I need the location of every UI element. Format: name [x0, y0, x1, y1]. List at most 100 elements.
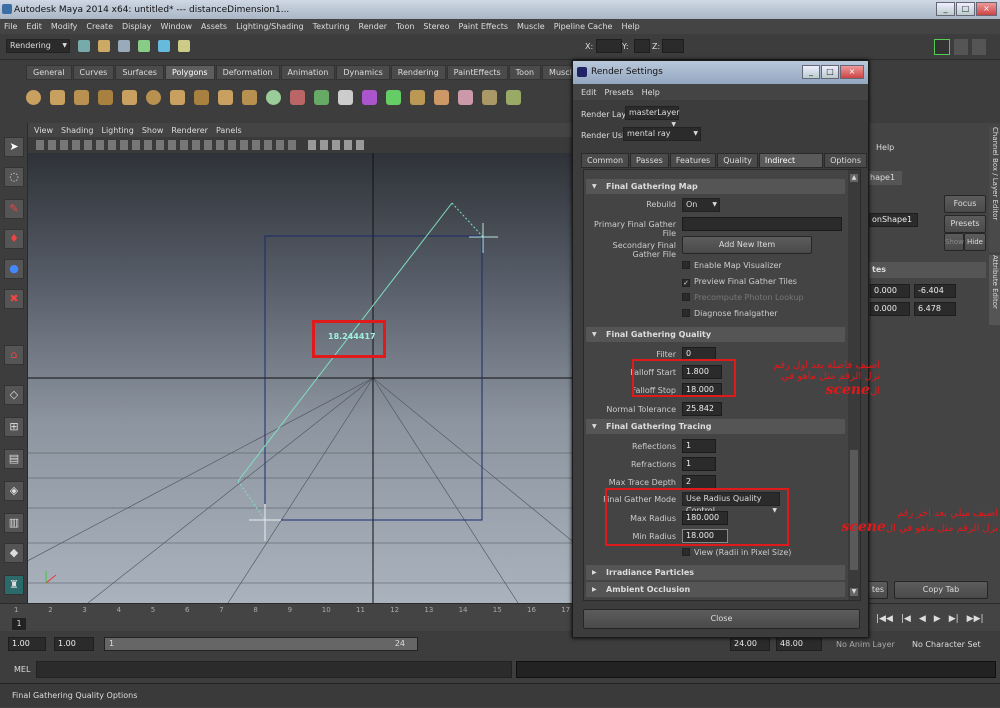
tool-settings-toggle-icon[interactable]: [972, 39, 986, 55]
poly-plane-icon[interactable]: [122, 89, 137, 105]
attribute-editor-side-tab[interactable]: Attribute Editor: [989, 255, 1000, 325]
dialog-menu-edit[interactable]: Edit: [581, 88, 597, 97]
step-back-icon[interactable]: |◀: [901, 614, 911, 624]
menu-set-dropdown[interactable]: Rendering: [6, 39, 70, 53]
tab-features[interactable]: Features: [669, 153, 717, 168]
viewport-menu-panels[interactable]: Panels: [216, 126, 242, 135]
enable-map-visualizer-checkbox[interactable]: Enable Map Visualizer: [682, 261, 782, 270]
rebuild-dropdown[interactable]: On: [682, 198, 720, 212]
dialog-titlebar[interactable]: Render Settings _ □ ×: [573, 61, 868, 84]
persp-graph-layout-icon[interactable]: ◈: [4, 481, 24, 501]
split-polygon-icon[interactable]: [482, 89, 497, 105]
menu-render[interactable]: Render: [359, 22, 387, 31]
tab-quality[interactable]: Quality: [717, 153, 758, 168]
attr-row1-a[interactable]: 0.000: [870, 284, 910, 298]
tab-passes[interactable]: Passes: [630, 153, 669, 168]
close-button[interactable]: Close: [583, 609, 860, 629]
poly-pipe-icon[interactable]: [218, 89, 233, 105]
bridge-icon[interactable]: [434, 89, 449, 105]
select-component-icon[interactable]: [178, 40, 190, 52]
persp-outliner-layout-icon[interactable]: ▤: [4, 449, 24, 469]
preview-fg-tiles-checkbox[interactable]: ✓ Preview Final Gather Tiles: [682, 277, 797, 287]
poly-sphere-icon[interactable]: [26, 89, 41, 105]
dialog-menu-presets[interactable]: Presets: [605, 88, 634, 97]
node-name-field[interactable]: onShape1: [868, 213, 918, 227]
scale-tool-icon[interactable]: ✖: [4, 289, 24, 309]
mel-label[interactable]: MEL: [14, 665, 30, 674]
play-back-icon[interactable]: ◀: [919, 614, 926, 624]
step-forward-icon[interactable]: ▶|: [949, 614, 959, 624]
viewport-menu-view[interactable]: View: [34, 126, 53, 135]
save-scene-icon[interactable]: [118, 40, 130, 52]
lasso-tool-icon[interactable]: ◌: [4, 167, 24, 187]
attribute-editor-toggle-icon[interactable]: [954, 39, 968, 55]
attr-row2-b[interactable]: 6.478: [914, 302, 956, 316]
locator-bottom-icon[interactable]: [249, 504, 281, 541]
poly-cone-icon[interactable]: [98, 89, 113, 105]
menu-paint-effects[interactable]: Paint Effects: [459, 22, 509, 31]
ambient-occlusion-section[interactable]: Ambient Occlusion: [586, 582, 845, 597]
channel-box-tab[interactable]: hape1: [868, 171, 902, 185]
view-radii-pixel-checkbox[interactable]: View (Radii in Pixel Size): [682, 548, 791, 557]
shelf-tab-curves[interactable]: Curves: [72, 65, 115, 80]
menu-display[interactable]: Display: [122, 22, 152, 31]
poly-soccer-icon[interactable]: [266, 89, 281, 105]
menu-toon[interactable]: Toon: [396, 22, 414, 31]
tab-indirect-lighting[interactable]: Indirect Lighting: [758, 153, 824, 179]
current-frame-indicator[interactable]: 1: [12, 618, 26, 630]
menu-window[interactable]: Window: [161, 22, 193, 31]
four-pane-layout-icon[interactable]: ⊞: [4, 417, 24, 437]
menu-modify[interactable]: Modify: [51, 22, 78, 31]
primary-fg-file-field[interactable]: [682, 217, 842, 231]
channel-box-help-menu[interactable]: Help: [876, 143, 894, 152]
animation-start-field[interactable]: 1.00: [8, 637, 46, 651]
y-coordinate-field[interactable]: [634, 39, 650, 53]
final-gathering-map-section[interactable]: Final Gathering Map: [586, 179, 845, 194]
playback-end-field[interactable]: 24.00: [730, 637, 770, 651]
attr-row1-b[interactable]: -6.404: [914, 284, 956, 298]
select-object-icon[interactable]: [158, 40, 170, 52]
shelf-tab-rendering[interactable]: Rendering: [390, 65, 446, 80]
poly-torus-icon[interactable]: [146, 89, 161, 105]
new-scene-icon[interactable]: [78, 40, 90, 52]
viewport-menu-show[interactable]: Show: [142, 126, 164, 135]
select-tab-button[interactable]: tes: [868, 581, 888, 599]
go-to-start-icon[interactable]: |◀◀: [876, 614, 893, 624]
shelf-tab-general[interactable]: General: [26, 65, 72, 80]
rotate-tool-icon[interactable]: ●: [4, 259, 24, 279]
dialog-maximize-button[interactable]: □: [821, 65, 839, 79]
menu-file[interactable]: File: [4, 22, 17, 31]
tab-common[interactable]: Common: [581, 153, 630, 168]
menu-texturing[interactable]: Texturing: [313, 22, 350, 31]
anim-layer-dropdown[interactable]: No Anim Layer: [836, 640, 895, 649]
play-forward-icon[interactable]: ▶: [934, 614, 941, 624]
poly-prism-icon[interactable]: [170, 89, 185, 105]
viewport-toolbar-icons[interactable]: [36, 140, 296, 150]
channel-box-toggle-icon[interactable]: [934, 39, 950, 55]
extract-icon[interactable]: [338, 89, 353, 105]
diagnose-fg-checkbox[interactable]: Diagnose finalgather: [682, 309, 778, 318]
z-coordinate-field[interactable]: [662, 39, 684, 53]
paint-select-tool-icon[interactable]: ✎: [4, 199, 24, 219]
show-button[interactable]: Show: [944, 233, 964, 251]
normal-tolerance-field[interactable]: 25.842: [682, 402, 722, 416]
dialog-close-icon[interactable]: ×: [840, 65, 864, 79]
viewport-menu-lighting[interactable]: Lighting: [101, 126, 133, 135]
viewport-menu-shading[interactable]: Shading: [61, 126, 94, 135]
focus-button[interactable]: Focus: [944, 195, 986, 213]
add-new-item-button[interactable]: Add New Item: [682, 236, 812, 254]
attr-row2-a[interactable]: 0.000: [870, 302, 910, 316]
shading-icons[interactable]: [308, 140, 368, 150]
hide-button[interactable]: Hide: [964, 233, 986, 251]
menu-assets[interactable]: Assets: [201, 22, 227, 31]
single-pane-layout-icon[interactable]: ◇: [4, 385, 24, 405]
copy-tab-button[interactable]: Copy Tab: [894, 581, 988, 599]
final-gathering-quality-section[interactable]: Final Gathering Quality: [586, 327, 845, 342]
separate-icon[interactable]: [314, 89, 329, 105]
render-layer-dropdown[interactable]: masterLayer: [625, 106, 680, 131]
attributes-header[interactable]: tes: [868, 262, 986, 278]
dialog-minimize-button[interactable]: _: [802, 65, 820, 79]
channel-box-side-tab[interactable]: Channel Box / Layer Editor: [989, 127, 1000, 252]
combine-icon[interactable]: [290, 89, 305, 105]
x-coordinate-field[interactable]: [596, 39, 622, 53]
